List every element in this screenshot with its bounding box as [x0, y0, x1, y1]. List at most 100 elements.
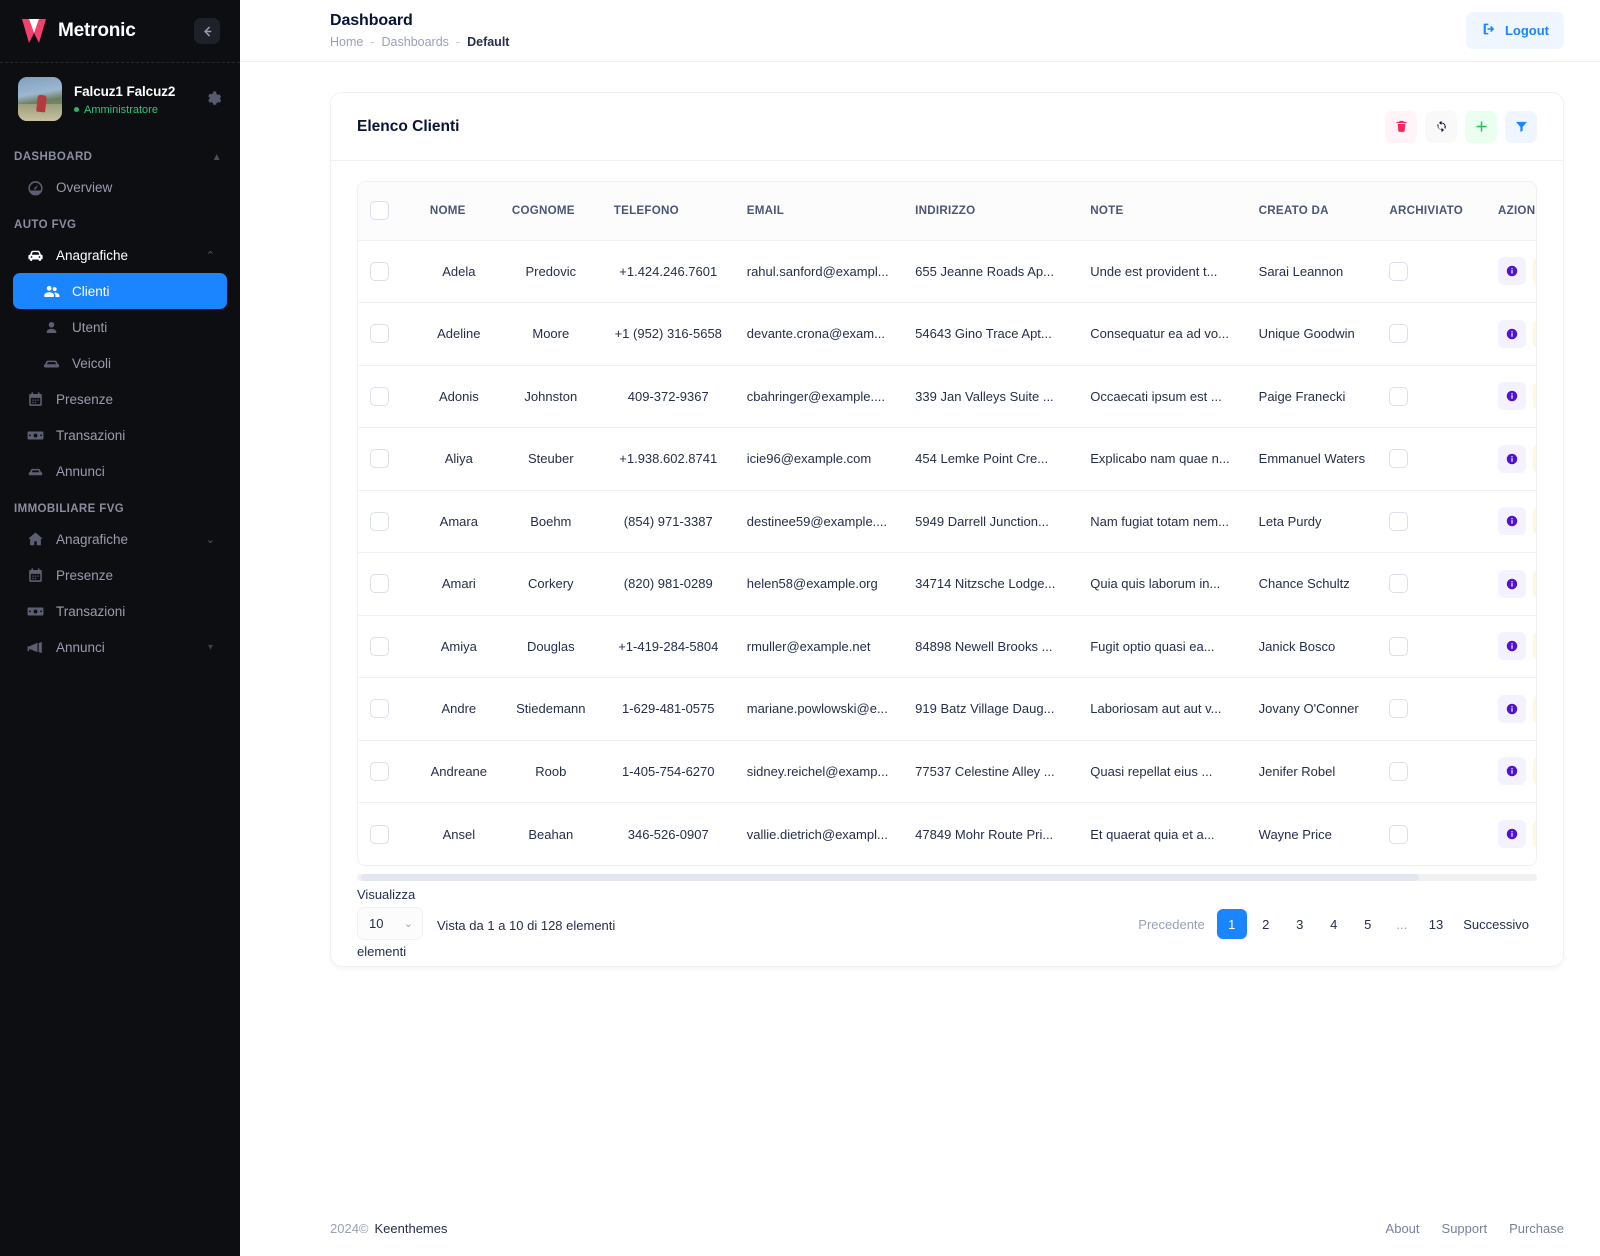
view-row-button[interactable] — [1498, 757, 1526, 786]
footer-link-purchase[interactable]: Purchase — [1509, 1221, 1564, 1236]
column-header-note[interactable]: NOTE — [1078, 182, 1247, 241]
archiviato-checkbox[interactable] — [1389, 699, 1409, 719]
banknote-icon — [25, 425, 45, 445]
sidebar-item-transazioni-auto[interactable]: Transazioni — [13, 417, 227, 453]
sidebar-item-presenze-auto[interactable]: Presenze — [13, 381, 227, 417]
archiviato-checkbox[interactable] — [1389, 824, 1409, 844]
column-header-indirizzo[interactable]: INDIRIZZO — [903, 182, 1079, 241]
row-checkbox[interactable] — [370, 824, 389, 844]
pagination-page-2[interactable]: 2 — [1251, 909, 1281, 939]
view-row-button[interactable] — [1498, 694, 1526, 723]
sidebar-item-utenti[interactable]: Utenti — [13, 309, 227, 345]
select-all-checkbox[interactable] — [370, 201, 389, 221]
edit-row-button[interactable] — [1533, 257, 1536, 286]
page-length-select[interactable]: 10 ⌄ — [357, 907, 423, 940]
row-checkbox[interactable] — [370, 699, 389, 719]
view-row-button[interactable] — [1498, 319, 1526, 348]
view-row-button[interactable] — [1498, 257, 1526, 286]
sidebar-item-anagrafiche-immobiliare[interactable]: Anagrafiche ⌄ — [13, 521, 227, 557]
sidebar-item-annunci-immobiliare[interactable]: Annunci ▾ — [13, 629, 227, 665]
sidebar-collapse-button[interactable] — [194, 18, 220, 44]
edit-row-button[interactable] — [1533, 632, 1536, 661]
sidebar-item-label: Anagrafiche — [56, 531, 129, 547]
pagination-next[interactable]: Successivo — [1455, 909, 1537, 939]
archiviato-checkbox[interactable] — [1389, 574, 1409, 594]
pagination-page-5[interactable]: 5 — [1353, 909, 1383, 939]
column-header-email[interactable]: EMAIL — [734, 182, 904, 241]
sidebar-item-overview[interactable]: Overview — [13, 169, 227, 205]
archiviato-checkbox[interactable] — [1389, 636, 1409, 656]
column-header-creato-da[interactable]: CREATO DA — [1246, 182, 1378, 241]
view-row-button[interactable] — [1498, 382, 1526, 411]
row-actions — [1498, 569, 1536, 598]
refresh-button[interactable] — [1425, 110, 1457, 143]
column-header-archiviato[interactable]: ARCHIVIATO — [1377, 182, 1486, 241]
edit-row-button[interactable] — [1533, 820, 1536, 848]
cell-archiviato — [1377, 365, 1486, 428]
edit-row-button[interactable] — [1533, 444, 1536, 473]
filter-button[interactable] — [1505, 110, 1537, 143]
view-row-button[interactable] — [1498, 632, 1526, 661]
sidebar-item-anagrafiche-auto[interactable]: Anagrafiche ⌃ — [13, 237, 227, 273]
sidebar-item-label: Transazioni — [56, 427, 126, 443]
sidebar-item-transazioni-immobiliare[interactable]: Transazioni — [13, 593, 227, 629]
sidebar-user[interactable]: Falcuz1 Falcuz2 Amministratore — [0, 63, 240, 137]
row-checkbox[interactable] — [370, 324, 389, 344]
view-row-button[interactable] — [1498, 444, 1526, 473]
cell-cognome: Corkery — [528, 576, 574, 592]
row-checkbox[interactable] — [370, 761, 389, 781]
archiviato-checkbox[interactable] — [1389, 386, 1409, 406]
view-row-button[interactable] — [1498, 569, 1526, 598]
breadcrumb-home[interactable]: Home — [330, 35, 363, 49]
pagination-page-1[interactable]: 1 — [1216, 909, 1247, 939]
edit-row-button[interactable] — [1533, 507, 1536, 536]
breadcrumb-separator: - — [455, 35, 461, 49]
view-row-button[interactable] — [1498, 507, 1526, 536]
archiviato-checkbox[interactable] — [1389, 324, 1409, 344]
cell-cognome: Johnston — [524, 388, 578, 404]
sidebar-item-label: Clienti — [72, 283, 110, 299]
column-header-cognome[interactable]: COGNOME — [499, 182, 602, 241]
cell-archiviato — [1377, 553, 1486, 616]
archiviato-checkbox[interactable] — [1389, 261, 1409, 281]
column-header-nome[interactable]: NOME — [417, 182, 500, 241]
gear-icon[interactable] — [206, 91, 222, 107]
cell-creato-da: Sarai Leannon — [1258, 263, 1344, 279]
delete-selected-button[interactable] — [1385, 110, 1417, 143]
edit-row-button[interactable] — [1533, 319, 1536, 348]
pagination-prev[interactable]: Precedente — [1130, 909, 1213, 939]
footer-link-support[interactable]: Support — [1442, 1221, 1488, 1236]
pagination-page-13[interactable]: 13 — [1421, 909, 1451, 939]
breadcrumb-dashboards[interactable]: Dashboards — [382, 35, 449, 49]
add-button[interactable] — [1465, 110, 1497, 143]
sidebar-item-annunci-auto[interactable]: Annunci — [13, 453, 227, 489]
row-checkbox[interactable] — [370, 636, 389, 656]
logout-button[interactable]: Logout — [1465, 12, 1564, 49]
edit-row-button[interactable] — [1533, 757, 1536, 786]
sidebar-item-veicoli[interactable]: Veicoli — [13, 345, 227, 381]
row-checkbox[interactable] — [370, 449, 389, 469]
horizontal-scrollbar[interactable] — [357, 874, 1537, 881]
column-header-telefono[interactable]: TELEFONO — [601, 182, 735, 241]
edit-row-button[interactable] — [1533, 694, 1536, 723]
copyright: 2024© Keenthemes — [330, 1221, 448, 1236]
view-row-button[interactable] — [1498, 820, 1526, 848]
table-row: Adela Predovic +1.424.246.7601 rahul.sanfor… — [358, 240, 1536, 303]
sidebar-item-presenze-immobiliare[interactable]: Presenze — [13, 557, 227, 593]
scrollbar-thumb[interactable] — [361, 874, 1419, 881]
archiviato-checkbox[interactable] — [1389, 511, 1409, 531]
row-checkbox[interactable] — [370, 511, 389, 531]
edit-row-button[interactable] — [1533, 569, 1536, 598]
archiviato-checkbox[interactable] — [1389, 761, 1409, 781]
footer-link-about[interactable]: About — [1386, 1221, 1420, 1236]
pagination-page-4[interactable]: 4 — [1319, 909, 1349, 939]
row-checkbox[interactable] — [370, 574, 389, 594]
cell-azioni — [1486, 490, 1536, 553]
edit-row-button[interactable] — [1533, 382, 1536, 411]
pagination-page-3[interactable]: 3 — [1285, 909, 1315, 939]
row-checkbox[interactable] — [370, 261, 389, 281]
cell-email: destinee59@example.... — [746, 513, 888, 529]
archiviato-checkbox[interactable] — [1389, 449, 1409, 469]
sidebar-item-clienti[interactable]: Clienti — [13, 273, 227, 309]
row-checkbox[interactable] — [370, 386, 389, 406]
